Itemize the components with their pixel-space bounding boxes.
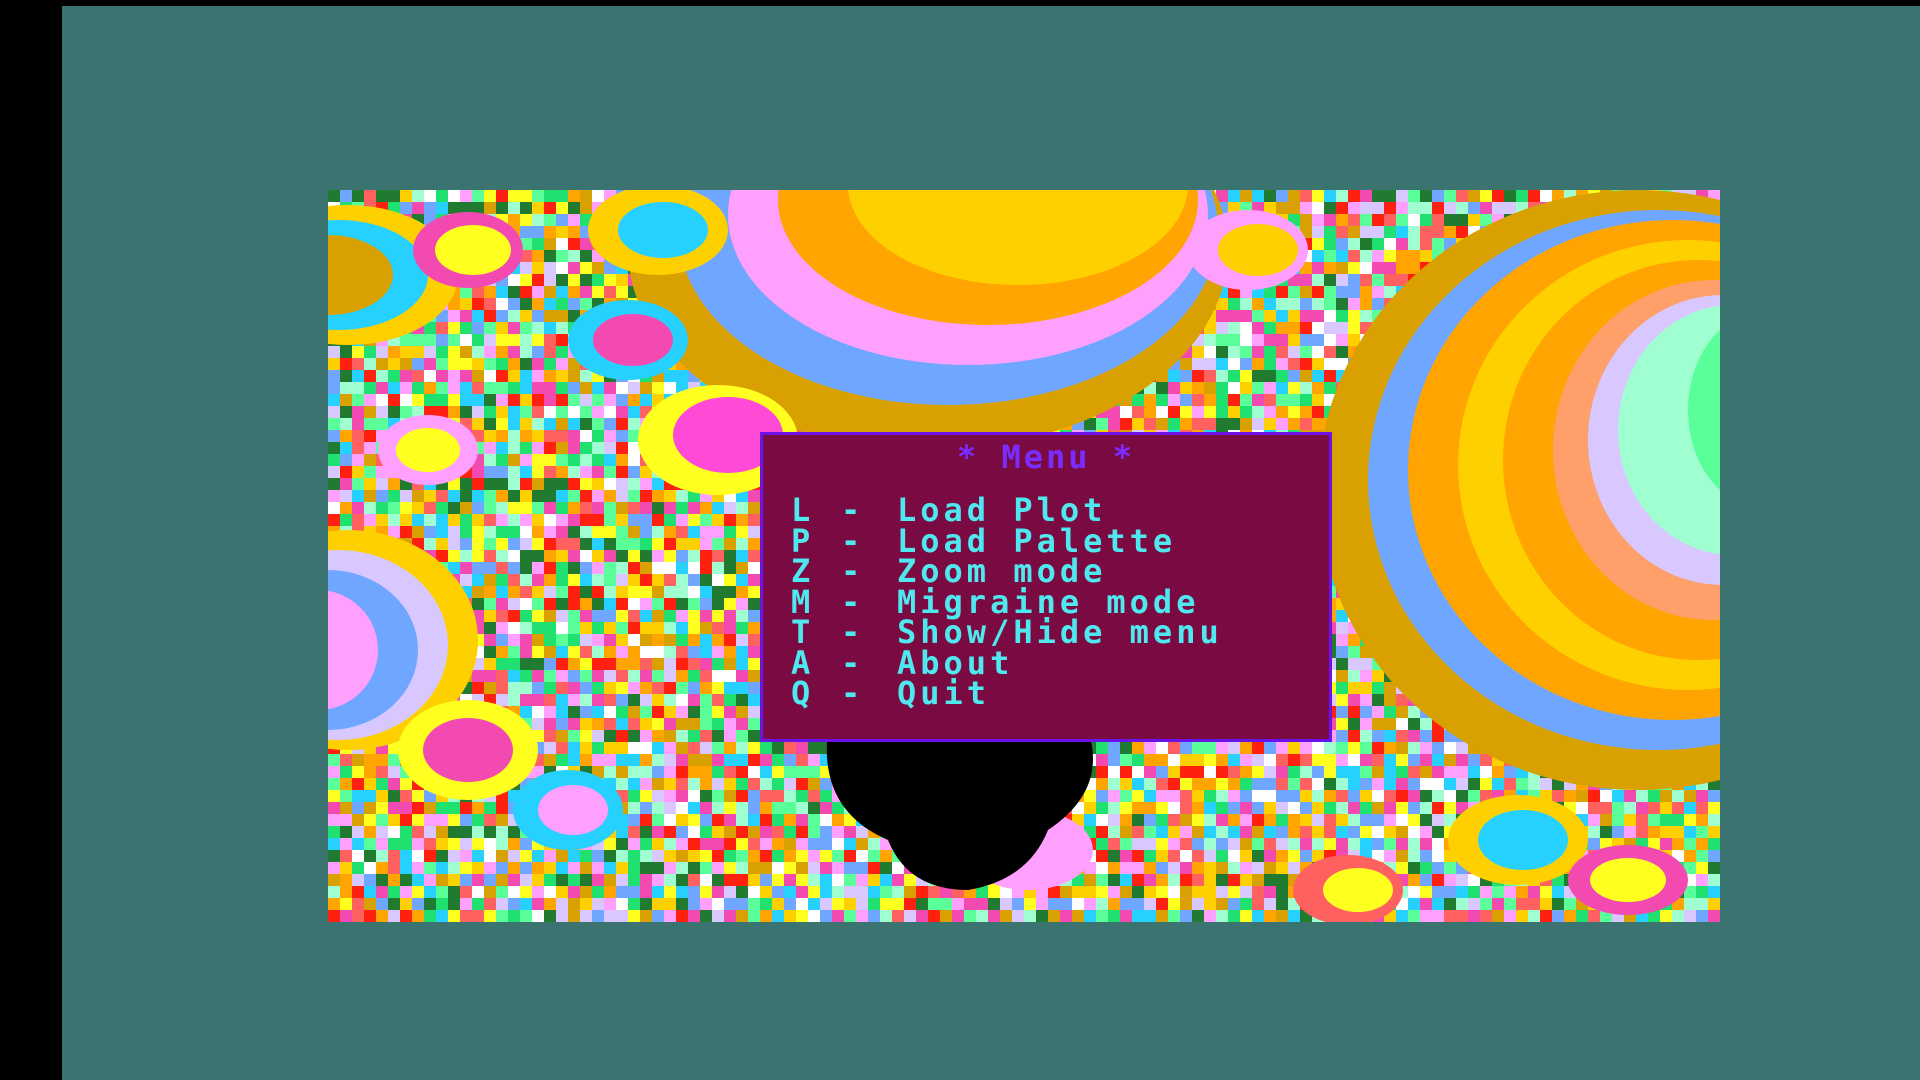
display-border-left — [0, 0, 62, 1080]
menu-item-label: Show/Hide menu — [897, 613, 1223, 651]
menu-item-separator: - — [841, 491, 865, 529]
menu-item-separator: - — [841, 552, 865, 590]
menu-item-load-plot[interactable]: L - Load Plot — [791, 491, 1223, 529]
emulator-screen: * Menu * L - Load Plot P - Load Palette … — [0, 0, 1920, 1080]
menu-item-separator: - — [841, 674, 865, 712]
menu-item-separator: - — [841, 613, 865, 651]
menu-item-key: L — [791, 491, 815, 529]
menu-item-key: T — [791, 613, 815, 651]
menu-item-show-hide-menu[interactable]: T - Show/Hide menu — [791, 613, 1223, 651]
menu-item-quit[interactable]: Q - Quit — [791, 674, 1223, 712]
menu-list: L - Load Plot P - Load Palette Z - Zoom … — [791, 491, 1223, 712]
menu-item-label: Zoom mode — [897, 552, 1107, 590]
menu-item-label: Load Plot — [897, 491, 1107, 529]
menu-panel: * Menu * L - Load Plot P - Load Palette … — [760, 432, 1332, 742]
menu-item-label: Quit — [897, 674, 991, 712]
menu-item-key: Z — [791, 552, 815, 590]
menu-item-zoom-mode[interactable]: Z - Zoom mode — [791, 552, 1223, 590]
menu-item-key: Q — [791, 674, 815, 712]
menu-title: * Menu * — [956, 438, 1136, 476]
